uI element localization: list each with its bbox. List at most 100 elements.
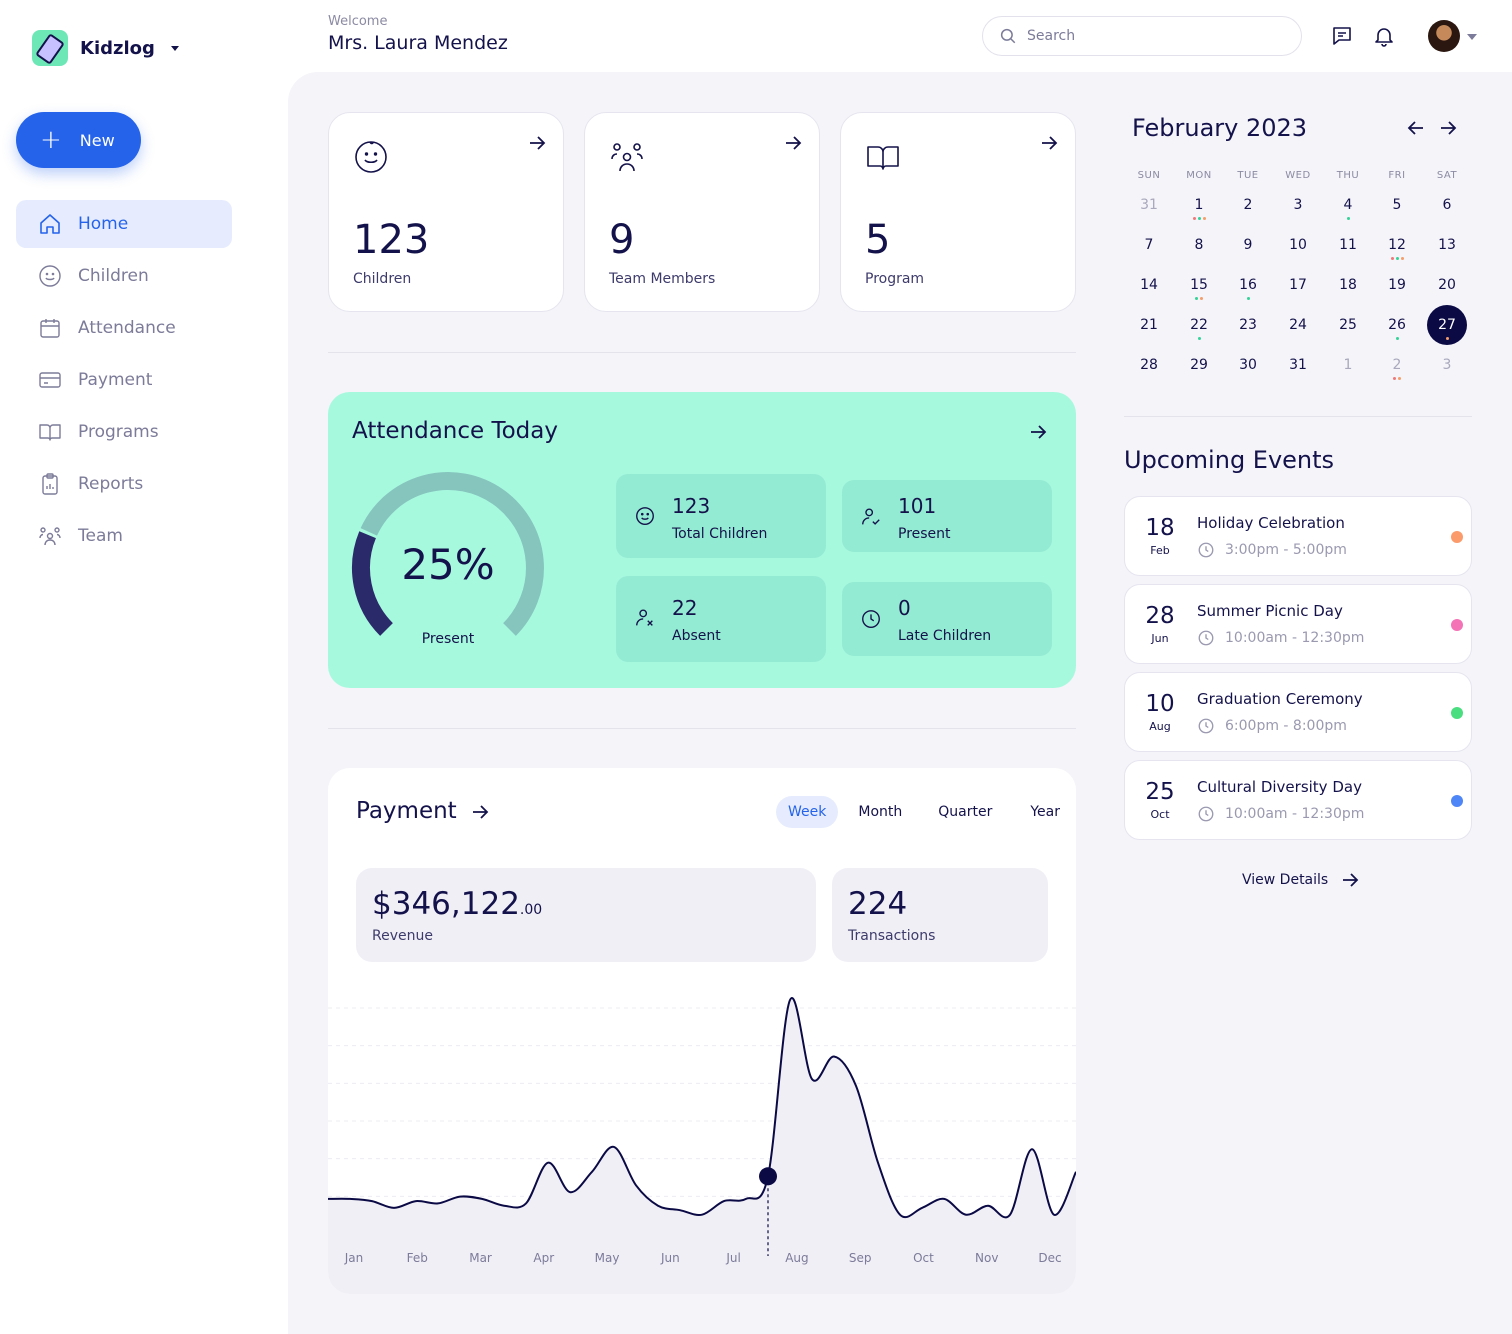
- sidebar-item-label: Children: [78, 266, 149, 286]
- calendar-day[interactable]: 9: [1228, 225, 1268, 265]
- x-tick-label: Dec: [1038, 1251, 1061, 1265]
- calendar-day[interactable]: 19: [1377, 265, 1417, 305]
- welcome-text: Welcome: [328, 14, 388, 29]
- event-card[interactable]: 25 Oct Cultural Diversity Day 10:00am - 12:…: [1124, 760, 1472, 840]
- total-children-card[interactable]: 123 Total Children: [616, 474, 826, 558]
- view-details-link[interactable]: View Details: [1242, 870, 1360, 890]
- calendar-day-selected[interactable]: 27: [1427, 305, 1467, 345]
- event-dot: [1246, 297, 1250, 300]
- calendar-day[interactable]: 30: [1228, 345, 1268, 385]
- chat-icon[interactable]: [1330, 24, 1354, 48]
- calendar-day[interactable]: 2: [1228, 185, 1268, 225]
- weekday-header: MON: [1186, 170, 1212, 181]
- chevron-down-icon[interactable]: [1467, 34, 1477, 40]
- tab-month[interactable]: Month: [846, 796, 914, 828]
- app-name: Kidzlog: [80, 37, 155, 59]
- sidebar-item-team[interactable]: Team: [16, 512, 232, 560]
- event-day: 10: [1145, 691, 1175, 717]
- upcoming-events-title: Upcoming Events: [1124, 446, 1335, 474]
- bell-icon[interactable]: [1372, 24, 1396, 48]
- sidebar-item-home[interactable]: Home: [16, 200, 232, 248]
- calendar-day-number: 10: [1289, 237, 1307, 253]
- event-dot: [1346, 217, 1350, 220]
- mini-label: Absent: [672, 628, 721, 644]
- calendar-day[interactable]: 29: [1179, 345, 1219, 385]
- event-card[interactable]: 18 Feb Holiday Celebration 3:00pm - 5:00pm: [1124, 496, 1472, 576]
- sidebar-item-children[interactable]: Children: [16, 252, 232, 300]
- present-card[interactable]: 101 Present: [842, 480, 1052, 552]
- plus-icon: +: [40, 125, 62, 155]
- calendar-day[interactable]: 1: [1179, 185, 1219, 225]
- calendar-day[interactable]: 16: [1228, 265, 1268, 305]
- calendar-day[interactable]: 8: [1179, 225, 1219, 265]
- calendar-day[interactable]: 22: [1179, 305, 1219, 345]
- chevron-down-icon: [170, 45, 179, 51]
- calendar-day[interactable]: 23: [1228, 305, 1268, 345]
- calendar-day[interactable]: 11: [1328, 225, 1368, 265]
- search-input[interactable]: [1027, 28, 1267, 44]
- arrow-right-icon[interactable]: [527, 133, 547, 153]
- calendar-day[interactable]: 25: [1328, 305, 1368, 345]
- calendar-day[interactable]: 24: [1278, 305, 1318, 345]
- arrow-right-icon[interactable]: [783, 133, 803, 153]
- calendar-day[interactable]: 26: [1377, 305, 1417, 345]
- app-logo[interactable]: Kidzlog: [32, 30, 179, 66]
- tab-quarter[interactable]: Quarter: [926, 796, 1004, 828]
- calendar-day[interactable]: 15: [1179, 265, 1219, 305]
- stat-card-children[interactable]: 123 Children: [328, 112, 564, 312]
- calendar-day[interactable]: 17: [1278, 265, 1318, 305]
- calendar-day[interactable]: 5: [1377, 185, 1417, 225]
- stat-card-program[interactable]: 5 Program: [840, 112, 1076, 312]
- calendar-day[interactable]: 4: [1328, 185, 1368, 225]
- calendar-day[interactable]: 2: [1377, 345, 1417, 385]
- sidebar-item-attendance[interactable]: Attendance: [16, 304, 232, 352]
- calendar-day[interactable]: 10: [1278, 225, 1318, 265]
- calendar-day[interactable]: 13: [1427, 225, 1467, 265]
- sidebar-item-programs[interactable]: Programs: [16, 408, 232, 456]
- sidebar-item-payment[interactable]: Payment: [16, 356, 232, 404]
- calendar-day-number: 15: [1190, 277, 1208, 293]
- calendar-day[interactable]: 31: [1129, 185, 1169, 225]
- calendar-day[interactable]: 21: [1129, 305, 1169, 345]
- calendar-day[interactable]: 20: [1427, 265, 1467, 305]
- calendar-day[interactable]: 3: [1278, 185, 1318, 225]
- event-dots: [1228, 297, 1268, 301]
- new-button[interactable]: + New: [16, 112, 141, 168]
- arrow-right-icon[interactable]: [470, 802, 490, 822]
- clipboard-icon: [42, 473, 58, 495]
- tab-week[interactable]: Week: [776, 796, 839, 828]
- sidebar-item-label: Team: [78, 526, 123, 546]
- calendar-day-number: 5: [1392, 197, 1402, 213]
- calendar-day[interactable]: 3: [1427, 345, 1467, 385]
- calendar-day[interactable]: 12: [1377, 225, 1417, 265]
- absent-card[interactable]: 22 Absent: [616, 576, 826, 662]
- stat-label: Children: [353, 271, 412, 287]
- calendar-day-number: 20: [1438, 277, 1456, 293]
- calendar-day[interactable]: 18: [1328, 265, 1368, 305]
- avatar[interactable]: [1428, 20, 1460, 52]
- stat-card-team-members[interactable]: 9 Team Members: [584, 112, 820, 312]
- calendar-day[interactable]: 1: [1328, 345, 1368, 385]
- sidebar-item-reports[interactable]: Reports: [16, 460, 232, 508]
- calendar-day[interactable]: 7: [1129, 225, 1169, 265]
- tab-year[interactable]: Year: [1018, 796, 1072, 828]
- arrow-right-icon[interactable]: [1039, 133, 1059, 153]
- arrow-left-icon[interactable]: [1406, 118, 1426, 138]
- search-bar[interactable]: [982, 16, 1302, 56]
- calendar-day[interactable]: 28: [1129, 345, 1169, 385]
- event-day: 28: [1145, 603, 1175, 629]
- event-time: 10:00am - 12:30pm: [1225, 630, 1365, 646]
- event-dot: [1195, 297, 1198, 300]
- calendar-day[interactable]: 6: [1427, 185, 1467, 225]
- event-name: Holiday Celebration: [1197, 514, 1345, 532]
- calendar-day[interactable]: 31: [1278, 345, 1318, 385]
- late-children-card[interactable]: 0 Late Children: [842, 582, 1052, 656]
- arrow-right-icon[interactable]: [1028, 422, 1048, 442]
- chart-series-line: [328, 996, 1076, 1219]
- event-card[interactable]: 28 Jun Summer Picnic Day 10:00am - 12:30pm: [1124, 584, 1472, 664]
- event-card[interactable]: 10 Aug Graduation Ceremony 6:00pm - 8:00pm: [1124, 672, 1472, 752]
- calendar-day[interactable]: 14: [1129, 265, 1169, 305]
- chart-highlight-point[interactable]: [759, 1167, 777, 1186]
- calendar-day-number: 14: [1140, 277, 1158, 293]
- arrow-right-icon[interactable]: [1438, 118, 1458, 138]
